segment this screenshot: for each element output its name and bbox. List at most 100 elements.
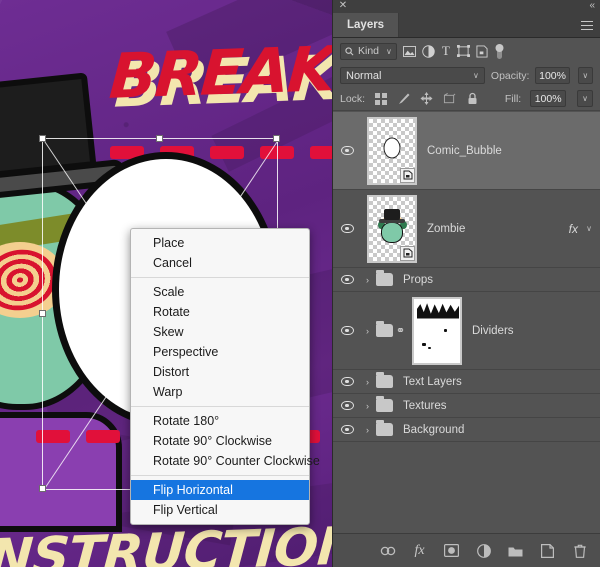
eye-icon [340,224,354,233]
fill-label: Fill: [504,92,522,105]
chevron-right-icon[interactable]: › [361,326,374,336]
chevron-right-icon[interactable]: › [361,425,374,435]
hamburger-icon[interactable] [581,21,593,30]
folder-icon [376,420,393,436]
chevron-down-icon[interactable]: ∨ [473,71,479,80]
layer-visibility-toggle[interactable] [333,146,361,155]
opacity-input[interactable]: 100% [535,67,570,84]
chevron-down-icon[interactable]: ∨ [386,47,392,56]
menu-item-scale[interactable]: Scale [131,282,309,302]
layer-style-fx-button[interactable]: fx [411,542,428,559]
collapse-panel-icon[interactable]: « [589,1,595,11]
folder-icon [376,396,393,412]
layer-visibility-toggle[interactable] [333,401,361,410]
layer-visibility-toggle[interactable] [333,275,361,284]
menu-item-skew[interactable]: Skew [131,322,309,342]
menu-item-warp[interactable]: Warp [131,382,309,402]
menu-item-flip-horizontal[interactable]: Flip Horizontal [131,480,309,500]
layer-row[interactable]: › Props [333,268,600,292]
tab-layers[interactable]: Layers [333,13,400,37]
smart-object-badge-icon [400,245,415,261]
menu-item-perspective[interactable]: Perspective [131,342,309,362]
link-layers-button[interactable] [379,542,396,559]
layer-thumbnail[interactable] [367,116,417,185]
layer-name: Zombie [427,222,466,235]
eye-icon [340,401,354,410]
break-headline-text: BREAK [107,32,332,113]
layer-thumbnail[interactable] [412,296,462,365]
blend-mode-value: Normal [346,69,382,82]
filter-kind-label: Kind [358,45,380,57]
layer-name: Textures [403,399,447,412]
layer-name: Dividers [472,324,514,337]
image-filter-icon[interactable] [402,43,416,60]
link-icon[interactable]: ⚭ [395,324,406,337]
new-layer-button[interactable] [539,542,556,559]
eye-icon [340,275,354,284]
menu-separator [131,475,309,476]
menu-item-place[interactable]: Place [131,233,309,253]
filter-toggle-switch[interactable] [494,43,505,59]
search-icon [345,46,354,55]
opacity-stepper-caret[interactable]: ∨ [577,67,593,84]
chevron-down-icon[interactable]: ∨ [586,224,592,233]
zombie-thumbnail-art [377,209,407,245]
menu-item-cancel[interactable]: Cancel [131,253,309,273]
layer-row[interactable]: › Text Layers [333,370,600,394]
layer-row[interactable]: Zombie fx ∨ [333,190,600,268]
layer-name: Comic_Bubble [427,144,502,157]
layer-visibility-toggle[interactable] [333,326,361,335]
panel-title-bar: ✕ « [333,0,600,13]
lock-image-pixels-icon[interactable] [397,92,411,106]
menu-item-rotate[interactable]: Rotate [131,302,309,322]
chevron-right-icon[interactable]: › [361,377,374,387]
shape-filter-icon[interactable] [457,43,470,60]
document-canvas[interactable]: BREAK NSTRUCTIONS Place Cancel Scale Rot… [0,0,332,567]
smartobject-filter-icon[interactable] [476,43,488,60]
eye-icon [340,377,354,386]
lock-row: Lock: Fill: 100% ∨ [333,87,600,111]
layer-list[interactable]: Comic_Bubble Zombie fx ∨ › Props › ⚭ Dividers › Te… [333,112,600,507]
layers-panel: ✕ « Layers Kind ∨ T Normal ∨ Opacity: 10… [332,0,600,567]
lock-transparent-pixels-icon[interactable] [374,92,388,106]
eye-icon [340,326,354,335]
folder-icon [376,372,393,388]
layer-visibility-toggle[interactable] [333,377,361,386]
blend-mode-select[interactable]: Normal ∨ [340,67,485,84]
layer-list-empty-area [333,507,600,533]
new-group-button[interactable] [507,542,524,559]
lock-label: Lock: [340,92,366,105]
layer-row[interactable]: › ⚭ Dividers [333,292,600,370]
menu-item-rotate-90-counter-clockwise[interactable]: Rotate 90° Counter Clockwise [131,451,320,471]
delete-layer-button[interactable] [571,542,588,559]
layer-effects-fx-icon[interactable]: fx [569,222,578,236]
bubble-thumbnail-art [383,137,401,159]
add-layer-mask-button[interactable] [443,542,460,559]
menu-item-rotate-90-clockwise[interactable]: Rotate 90° Clockwise [131,431,309,451]
menu-item-rotate-180[interactable]: Rotate 180° [131,411,309,431]
layer-thumbnail[interactable] [367,194,417,263]
close-icon[interactable]: ✕ [338,1,348,11]
panel-tab-strip: Layers [333,13,600,38]
chevron-right-icon[interactable]: › [361,275,374,285]
menu-item-flip-vertical[interactable]: Flip Vertical [131,500,309,520]
lock-all-icon[interactable] [466,92,480,106]
layer-row[interactable]: Comic_Bubble [333,112,600,190]
layer-name: Background [403,423,465,436]
menu-item-distort[interactable]: Distort [131,362,309,382]
filter-kind-select[interactable]: Kind ∨ [340,42,397,60]
new-adjustment-layer-button[interactable] [475,542,492,559]
lock-artboard-nesting-icon[interactable] [443,92,457,106]
fill-stepper-caret[interactable]: ∨ [577,90,594,107]
layer-row[interactable]: › Textures [333,394,600,418]
lock-position-icon[interactable] [420,92,434,106]
adjustment-filter-icon[interactable] [422,43,435,60]
chevron-right-icon[interactable]: › [361,401,374,411]
layer-name: Props [403,273,434,286]
transform-context-menu[interactable]: Place Cancel Scale Rotate Skew Perspective Dis… [130,228,320,525]
fill-input[interactable]: 100% [530,90,567,107]
layer-visibility-toggle[interactable] [333,425,361,434]
layer-visibility-toggle[interactable] [333,224,361,233]
layer-row[interactable]: › Background [333,418,600,442]
type-filter-icon[interactable]: T [441,43,451,60]
